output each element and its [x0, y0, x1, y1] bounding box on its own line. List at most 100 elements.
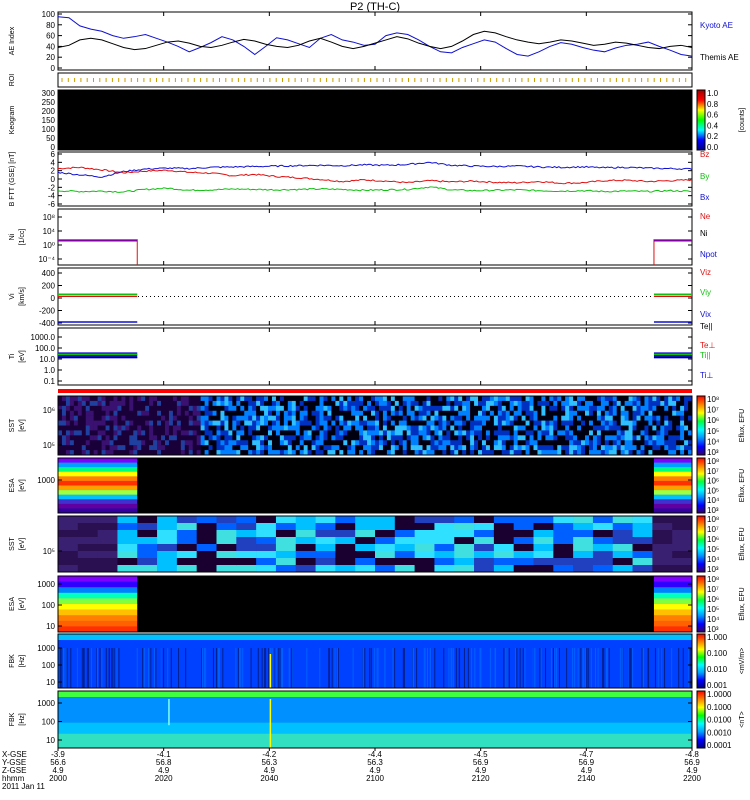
sst1-cell — [549, 415, 554, 421]
legend-entry: Ti⊥ — [700, 371, 713, 380]
sst1-cell — [608, 396, 614, 402]
sst1-cell — [684, 420, 689, 426]
sst1-cell — [323, 445, 328, 451]
sst1-cell — [624, 435, 629, 441]
sst1-cell — [196, 445, 201, 451]
sst1-cell — [664, 410, 669, 416]
sst1-cell — [612, 445, 618, 451]
sst1-cell — [624, 445, 629, 451]
sst1-cell — [172, 396, 178, 402]
sst1-cell — [585, 405, 590, 412]
sst1-cell — [149, 405, 154, 412]
sst2-cell — [236, 565, 257, 573]
sst1-cell — [97, 435, 102, 441]
esa1-band — [653, 490, 692, 495]
sst1-cell — [240, 430, 245, 436]
sst1-cell — [192, 425, 197, 431]
sst1-cell — [291, 430, 297, 436]
sst1-cell — [489, 415, 495, 421]
sst1-cell — [573, 400, 578, 407]
sst2-cell — [176, 558, 197, 566]
sst1-cell — [430, 400, 435, 407]
sst1-cell — [89, 405, 94, 412]
sst1-cell — [129, 445, 134, 451]
sst1-cell — [430, 410, 435, 416]
sst1-cell — [260, 396, 265, 402]
sst1-cell — [537, 430, 542, 436]
sst1-cell — [133, 425, 138, 431]
sst1-cell — [133, 415, 138, 421]
sst1-cell — [430, 415, 435, 421]
sst2-cell — [394, 551, 415, 559]
sst1-cell — [256, 400, 261, 407]
sst2-cell — [315, 551, 336, 559]
sst1-cell — [335, 415, 340, 421]
sst1-cell — [351, 410, 356, 416]
sst1-cell — [478, 396, 483, 402]
sst1-cell — [592, 405, 598, 412]
sst1-cell — [620, 435, 625, 441]
sst1-cell — [125, 445, 130, 451]
sst1-cell — [216, 400, 221, 407]
sst2-cell — [97, 565, 118, 573]
sst1-cell — [569, 420, 574, 426]
sst1-cell — [636, 415, 641, 421]
sst1-cell — [244, 430, 249, 436]
sst1-cell — [93, 445, 98, 451]
sst1-cell — [438, 405, 443, 412]
sst1-cell — [137, 420, 142, 426]
sst1-cell — [426, 396, 431, 402]
y-tick-label: 1.0 — [44, 366, 56, 375]
sst1-cell — [517, 445, 522, 451]
sst1-cell — [153, 440, 158, 446]
colorbar — [696, 575, 706, 633]
sst1-cell — [577, 400, 582, 407]
sst1-cell — [620, 425, 625, 431]
sst1-cell — [339, 445, 344, 451]
sst1-cell — [196, 425, 201, 431]
sst1-cell — [355, 420, 360, 426]
sst1-cell — [466, 430, 471, 436]
sst1-cell — [442, 425, 447, 431]
y-tick-label: 100 — [42, 10, 56, 19]
sst1-cell — [573, 435, 578, 441]
sst1-cell — [256, 420, 261, 426]
sst1-cell — [446, 425, 451, 431]
sst1-cell — [394, 400, 400, 407]
sst1-cell — [450, 415, 455, 421]
sst2-cell — [137, 544, 158, 552]
y-tick-label: -6 — [48, 200, 56, 209]
sst1-cell — [61, 425, 67, 431]
sst1-cell — [398, 405, 404, 412]
sst1-cell — [557, 396, 562, 402]
sst1-cell — [414, 420, 419, 426]
colorbar-tick-label: 1.0 — [707, 89, 719, 98]
sst1-cell — [684, 400, 689, 407]
sst1-cell — [485, 405, 491, 412]
esa1-band — [58, 490, 138, 495]
sst1-cell — [596, 405, 602, 412]
sst1-cell — [474, 415, 479, 421]
sst2-cell — [355, 565, 376, 573]
sst1-cell — [184, 415, 190, 421]
sst1-cell — [676, 396, 681, 402]
sst1-cell — [509, 420, 514, 426]
sst1-cell — [73, 430, 79, 436]
sst1-cell — [430, 435, 435, 441]
sst1-cell — [89, 430, 94, 436]
sst1-cell — [204, 415, 209, 421]
sst1-cell — [585, 410, 590, 416]
sst1-cell — [208, 400, 213, 407]
sst1-cell — [244, 425, 249, 431]
sst1-cell — [363, 425, 368, 431]
colorbar-tick-label: 10⁴ — [707, 496, 720, 505]
sst1-cell — [577, 425, 582, 431]
sst1-cell — [668, 405, 673, 412]
sst1-cell — [61, 430, 67, 436]
sst2-cell — [513, 544, 534, 552]
sst1-cell — [521, 405, 526, 412]
sst2-cell — [454, 551, 475, 559]
sst1-cell — [410, 430, 415, 436]
sst1-cell — [93, 425, 98, 431]
sst1-cell — [588, 410, 594, 416]
